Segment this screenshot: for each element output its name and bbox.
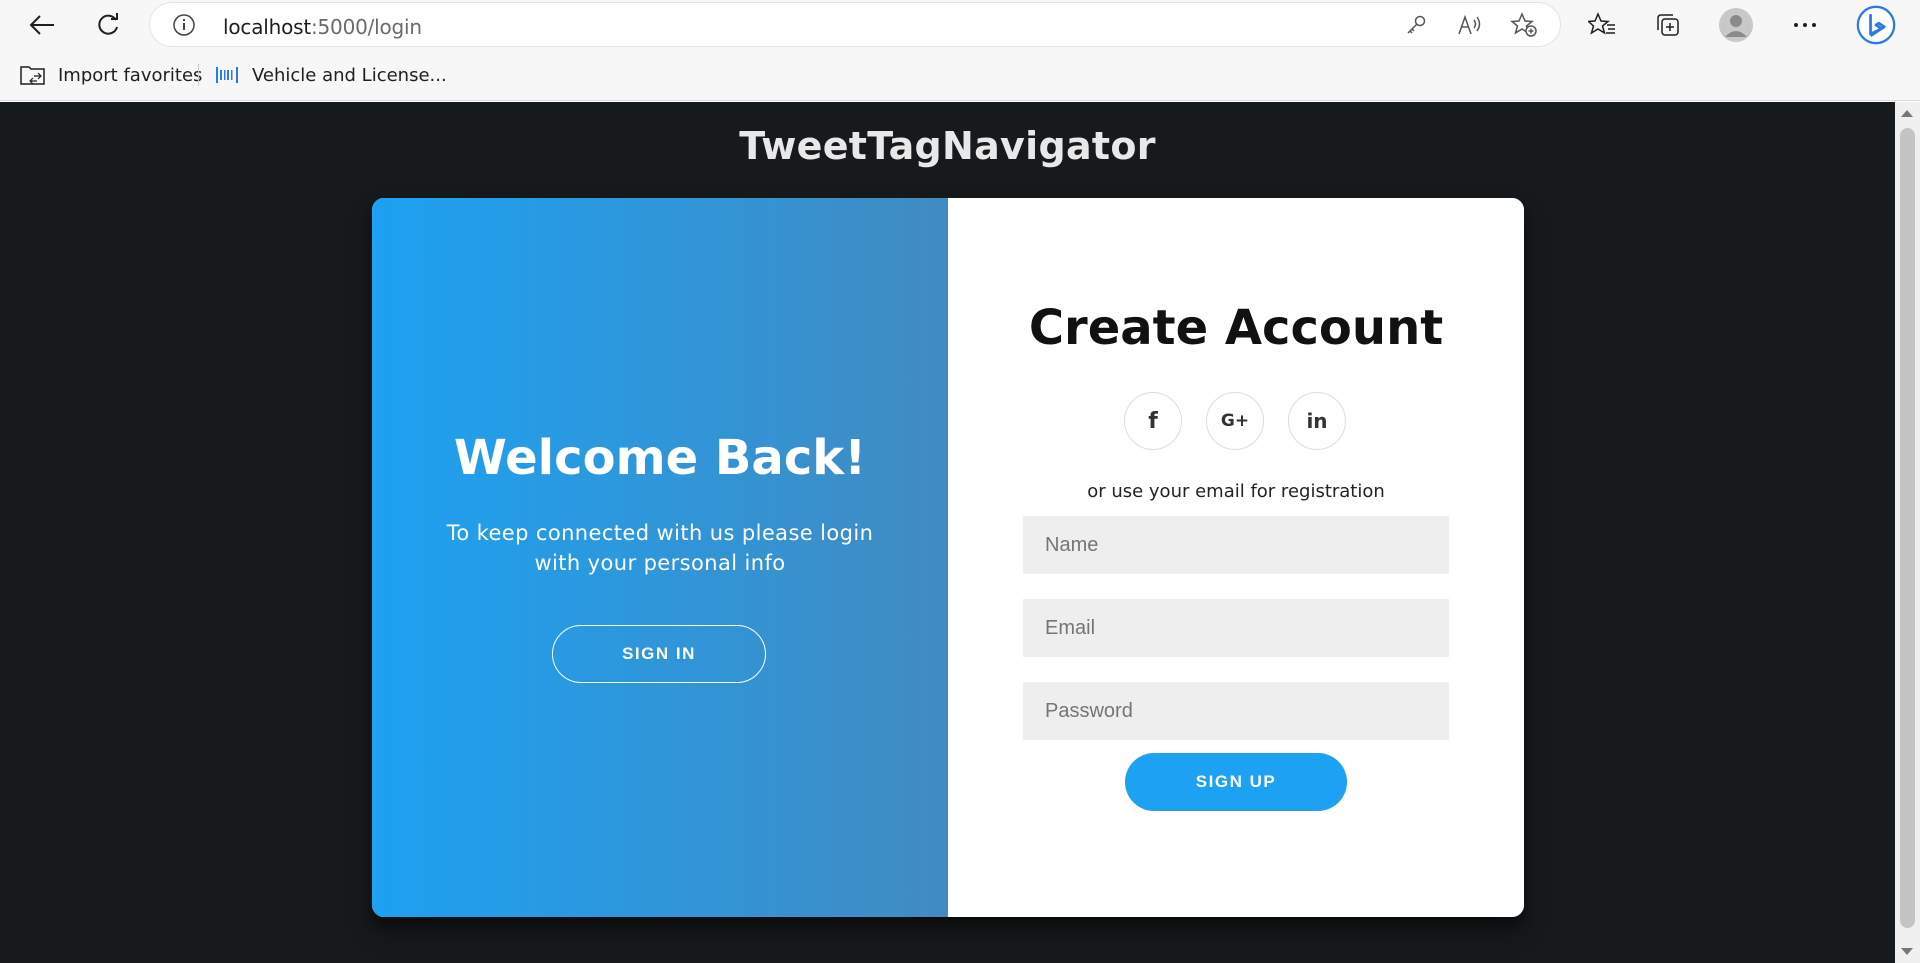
bookmark-import-favorites[interactable]: Import favorites <box>20 60 202 90</box>
sign-in-button[interactable]: SIGN IN <box>552 625 766 683</box>
signup-form: Create Account f G+ in or use your email… <box>948 198 1524 917</box>
folder-import-icon <box>20 64 46 86</box>
welcome-text: To keep connected with us please login w… <box>446 521 874 575</box>
scroll-up-arrow-icon[interactable] <box>1901 110 1913 117</box>
create-account-title: Create Account <box>1028 300 1444 356</box>
barcode-icon <box>216 67 238 83</box>
bookmark-separator <box>198 64 199 86</box>
add-favorite-icon[interactable] <box>1510 11 1538 39</box>
profile-avatar-icon[interactable] <box>1716 5 1756 45</box>
read-aloud-icon[interactable] <box>1456 11 1484 39</box>
email-input[interactable] <box>1023 599 1449 657</box>
scroll-thumb[interactable] <box>1900 128 1915 928</box>
sign-up-button[interactable]: SIGN UP <box>1125 753 1347 811</box>
bookmark-label: Import favorites <box>58 64 203 86</box>
key-icon[interactable] <box>1402 11 1430 39</box>
back-icon[interactable] <box>22 5 62 45</box>
name-input[interactable] <box>1023 516 1449 574</box>
scroll-down-arrow-icon[interactable] <box>1901 948 1913 955</box>
collections-icon[interactable] <box>1648 5 1688 45</box>
registration-subtext: or use your email for registration <box>1087 481 1385 502</box>
more-options-icon[interactable] <box>1785 5 1825 45</box>
app-title: TweetTagNavigator <box>739 124 1156 168</box>
url-path: :5000/login <box>310 15 422 39</box>
welcome-title: Welcome Back! <box>453 430 867 486</box>
bing-copilot-icon[interactable] <box>1856 5 1896 45</box>
address-bar[interactable]: localhost:5000/login <box>150 3 1560 46</box>
url-text[interactable]: localhost:5000/login <box>223 15 422 39</box>
bookmark-label: Vehicle and License... <box>252 64 447 86</box>
auth-card: Welcome Back! To keep connected with us … <box>372 198 1524 917</box>
site-info-icon[interactable] <box>172 13 196 37</box>
favorites-icon[interactable] <box>1582 5 1622 45</box>
page-viewport: TweetTagNavigator Welcome Back! To keep … <box>0 102 1895 963</box>
refresh-icon[interactable] <box>88 5 128 45</box>
bookmarks-bar: Import favorites Vehicle and License... <box>0 50 1920 101</box>
linkedin-icon[interactable]: in <box>1288 392 1346 450</box>
facebook-icon[interactable]: f <box>1124 392 1182 450</box>
url-host: localhost <box>223 15 311 39</box>
google-plus-icon[interactable]: G+ <box>1206 392 1264 450</box>
page-scrollbar[interactable] <box>1895 102 1920 963</box>
welcome-panel: Welcome Back! To keep connected with us … <box>372 198 948 917</box>
browser-toolbar: localhost:5000/login <box>0 0 1920 50</box>
password-input[interactable] <box>1023 682 1449 740</box>
bookmark-vehicle-license[interactable]: Vehicle and License... <box>216 60 447 90</box>
